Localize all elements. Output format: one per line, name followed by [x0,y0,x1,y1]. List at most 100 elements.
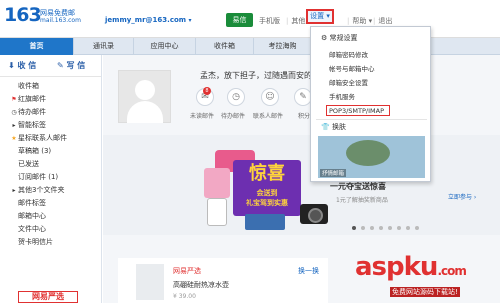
watermark-suffix: .com [437,264,466,278]
sidebar-folder[interactable]: ◷待办邮件 [0,106,101,119]
tab-home[interactable]: 首页 [0,38,74,55]
sidebar: ⬇ 收 信 ✎ 写 信 收件箱 ⚑红旗邮件 ◷待办邮件 ▸ 智能标签 ★星标联系人邮件 草稿… [0,55,102,303]
carousel-dot[interactable] [415,226,419,230]
menu-divider [316,119,427,120]
tab-app-center[interactable]: 应用中心 [134,38,196,55]
folder-label: 文件中心 [18,225,46,233]
greeting-text: 孟杰，放下担子，过随遇而安的生 [200,71,320,80]
carousel-dot[interactable] [352,226,356,230]
watermark-main: aspku [355,252,438,282]
phone-image [207,198,227,226]
help-menu[interactable]: 帮助 ▾ [347,16,372,26]
sidebar-folder[interactable]: 贺卡明信片 [0,236,101,249]
carousel-dot[interactable] [361,226,365,230]
gear-icon: ⚙ [321,34,328,42]
skin-item[interactable]: 👕 换肤 [321,122,346,132]
folder-list: 收件箱 ⚑红旗邮件 ◷待办邮件 ▸ 智能标签 ★星标联系人邮件 草稿箱 (3) 已发送 订阅邮件… [0,77,101,249]
folder-label: 订阅邮件 (1) [18,173,59,181]
card-item-name[interactable]: 高硼硅耐热凉水壶 [173,280,229,290]
logout-link[interactable]: 退出 [373,16,392,26]
banner-cta-button[interactable]: 立即参与 › [448,192,476,201]
tree-image [346,140,390,166]
account-menu[interactable]: jemmy_mr@163.com ▾ [105,16,192,24]
compose-row: ⬇ 收 信 ✎ 写 信 [0,55,101,77]
menu-item-password[interactable]: 邮箱密码修改 [329,49,368,59]
surprise-banner: 惊喜 会送到 礼宝驾到实惠 [233,160,301,216]
sidebar-folder[interactable]: ⚑红旗邮件 [0,93,101,106]
clock-icon: ◷ [232,92,240,102]
receive-icon: ⬇ [8,61,15,70]
menu-item-mobile-service[interactable]: 手机服务 [329,91,355,101]
watermark-sub: 免费网站源码下载站! [390,287,460,297]
skin-label: 换肤 [331,123,346,131]
receive-button[interactable]: ⬇ 收 信 [8,60,36,71]
contact-mail-icon[interactable]: ☺ [261,88,279,106]
folder-label: 已发送 [18,160,39,168]
card-title: 网易严选 [173,267,201,275]
swap-button[interactable]: 换一换 [298,266,319,276]
sidebar-folder[interactable]: 草稿箱 (3) [0,145,101,158]
folder-label: 收件箱 [18,82,39,90]
gift-box-image [204,168,230,198]
chevron-down-icon: ▾ [188,17,192,24]
folder-label: 邮件标签 [18,199,46,207]
folder-label: 贺卡明信片 [18,238,53,246]
carousel-dot[interactable] [379,226,383,230]
banner-slogan-sub: 1元了解抽奖新商品 [336,197,388,204]
logo-domain: mail.163.com [40,17,81,24]
sidebar-folder[interactable]: 已发送 [0,158,101,171]
folder-label: 智能标签 [18,121,46,129]
camera-image [300,204,328,224]
sidebar-folder[interactable]: ▸ 智能标签 [0,119,101,132]
aspku-watermark: aspku.com [355,252,467,282]
tab-inbox[interactable]: 收件箱 [196,38,254,55]
folder-icon: ▸ [12,122,16,129]
avatar[interactable] [118,70,171,123]
carousel-dot[interactable] [370,226,374,230]
write-label: 写 信 [66,61,86,70]
sidebar-folder[interactable]: ▸ 其他3个文件夹 [0,184,101,197]
settings-menu-button[interactable]: 设置 ▾ [306,9,334,24]
logo-number: 163 [4,4,42,26]
tablet-image [245,214,285,230]
sidebar-folder[interactable]: 订阅邮件 (1) [0,171,101,184]
folder-icon: ◷ [11,109,17,116]
banner-subtitle: 会送到 [256,189,278,197]
folder-icon: ⚑ [11,96,17,103]
carousel-dot[interactable] [388,226,392,230]
skin-thumbnail[interactable]: 抒情邮箱 [318,136,425,178]
menu-item-account-center[interactable]: 帐号与邮箱中心 [329,63,375,73]
card-item-price: ¥ 39.00 [173,293,196,300]
general-settings-label: 常规设置 [329,34,358,42]
todo-mail-icon[interactable]: ◷ [227,88,245,106]
banner-subtitle-2: 礼宝驾到实惠 [246,199,288,207]
tab-kaola[interactable]: 考拉海购 [254,38,312,55]
sidebar-folder[interactable]: 文件中心 [0,223,101,236]
write-button[interactable]: ✎ 写 信 [57,60,85,71]
yixin-button[interactable]: 易信 [226,13,253,27]
mobile-version-link[interactable]: 手机版 [259,16,280,26]
tab-contacts[interactable]: 通讯录 [74,38,134,55]
promo-banner[interactable]: 网易严选 [18,291,78,303]
general-settings-item[interactable]: ⚙ 常规设置 [321,33,358,43]
carousel-dot[interactable] [406,226,410,230]
pen-icon: ✎ [299,92,307,102]
folder-icon: ▸ [12,187,16,194]
shirt-icon: 👕 [321,123,330,131]
kettle-image [136,264,164,300]
sidebar-folder[interactable]: 收件箱 [0,80,101,93]
folder-label: 星标联系人邮件 [18,134,67,142]
sidebar-folder[interactable]: 邮箱中心 [0,210,101,223]
sidebar-folder[interactable]: 邮件标签 [0,197,101,210]
sidebar-folder[interactable]: ★星标联系人邮件 [0,132,101,145]
skin-thumbnail-label: 抒情邮箱 [320,169,347,177]
menu-item-security[interactable]: 邮箱安全设置 [329,77,368,87]
points-label: 积分 [298,113,311,120]
todo-mail-label: 待办邮件 [221,113,246,120]
mail-logo[interactable]: 163 网易免费邮 mail.163.com [4,4,81,26]
menu-item-pop3-smtp-imap[interactable]: POP3/SMTP/IMAP [329,107,384,115]
yanxuan-card: 网易严选 换一换 高硼硅耐热凉水壶 ¥ 39.00 [118,258,328,303]
unread-badge: 8 [203,87,211,95]
carousel-dot[interactable] [397,226,401,230]
contact-mail-label: 联系人邮件 [253,113,284,120]
